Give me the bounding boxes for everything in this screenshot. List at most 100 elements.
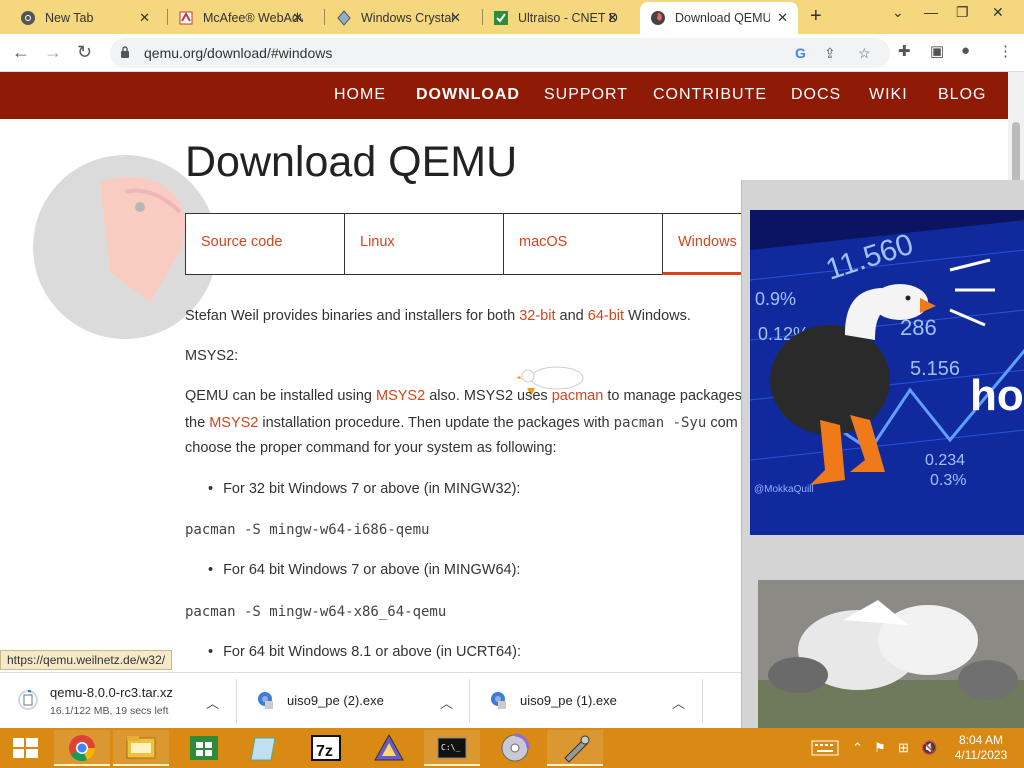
menu-icon[interactable]: ⋮ (998, 42, 1013, 60)
address-bar[interactable]: qemu.org/download/#windows G ⇪ ☆ (110, 38, 890, 68)
reload-icon[interactable]: ↻ (77, 42, 92, 63)
notepad-icon[interactable] (237, 730, 293, 766)
chrome-icon (20, 10, 36, 26)
code-pacman-syu: pacman -Syu (613, 415, 707, 431)
link-msys2[interactable]: MSYS2 (376, 388, 425, 404)
video-overlay[interactable]: 11.560 0.9% 0.12% 286 5.156 0.234 0.3% h… (741, 180, 1024, 728)
tab-download-qemu[interactable]: Download QEMU ✕ (640, 2, 798, 34)
lock-icon[interactable] (120, 46, 130, 58)
tab-linux[interactable]: Linux (344, 213, 504, 275)
page-title: Download QEMU (185, 138, 518, 186)
text: com (706, 415, 738, 431)
link-pacman[interactable]: pacman (552, 388, 604, 404)
extensions-icon[interactable]: ✚ (898, 42, 911, 60)
tool-icon[interactable] (547, 730, 603, 766)
tab-mcafee[interactable]: McAfee® WebAdvisor ✕ (168, 2, 313, 34)
restore-button[interactable]: ❐ (956, 4, 969, 21)
code-line: pacman -S mingw-w64-x86_64-qemu (185, 604, 447, 620)
tab-macos[interactable]: macOS (503, 213, 663, 275)
svg-text:7z: 7z (316, 743, 333, 760)
stock-number: 5.156 (910, 358, 960, 380)
taskbar-clock[interactable]: 8:04 AM 4/11/2023 (946, 733, 1016, 763)
link-64-bit[interactable]: 64-bit (588, 308, 624, 324)
nav-support[interactable]: SUPPORT (544, 86, 628, 104)
network-icon[interactable]: ⊞ (898, 740, 909, 756)
close-icon[interactable]: ✕ (139, 10, 150, 26)
close-window-button[interactable]: ✕ (992, 4, 1004, 21)
7zip-icon[interactable]: 7z (298, 730, 354, 766)
close-icon[interactable]: ✕ (777, 10, 788, 26)
profile-avatar-icon[interactable]: ● (961, 42, 970, 59)
forward-arrow-icon[interactable]: → (44, 42, 62, 63)
clock-time: 8:04 AM (958, 733, 1004, 747)
windows-start-icon[interactable] (2, 730, 48, 766)
msys-paragraph-line3: choose the proper command for your syste… (185, 440, 557, 456)
link-msys2-install[interactable]: MSYS2 (209, 415, 258, 431)
app-icon[interactable] (361, 730, 417, 766)
chevron-up-icon[interactable]: ︿ (440, 693, 453, 712)
tab-windows-crystal[interactable]: Windows Crystal ✕ (326, 2, 471, 34)
close-icon[interactable]: ✕ (607, 10, 618, 26)
tab-label: Windows Crystal (361, 11, 455, 25)
download-item-uiso-2[interactable]: uiso9_pe (2).exe ︿ (237, 673, 469, 729)
tab-label: New Tab (45, 11, 94, 25)
mcafee-icon (178, 10, 194, 26)
back-arrow-icon[interactable]: ← (12, 42, 30, 63)
tab-search-icon[interactable]: ⌄ (892, 4, 904, 21)
list-item: For 64 bit Windows 8.1 or above (in UCRT… (208, 644, 521, 660)
disc-icon[interactable] (487, 730, 543, 766)
tab-separator (324, 9, 325, 25)
chevron-up-icon[interactable]: ︿ (206, 693, 219, 712)
action-center-flag-icon[interactable]: ⚑ (874, 740, 886, 756)
msys-paragraph-line2: the MSYS2 installation procedure. Then u… (185, 415, 738, 431)
link-status-url: https://qemu.weilnetz.de/w32/ (0, 650, 173, 670)
share-icon[interactable]: ⇪ (824, 45, 836, 62)
intro-text: Stefan Weil provides binaries and instal… (185, 308, 520, 324)
nav-download[interactable]: DOWNLOAD (416, 86, 520, 104)
cmd-icon[interactable]: C:\_ (424, 730, 480, 766)
download-item-uiso-1[interactable]: uiso9_pe (1).exe ︿ (470, 673, 702, 729)
tab-source-code[interactable]: Source code (185, 213, 345, 275)
keyboard-icon[interactable] (811, 740, 839, 759)
taskbar: 7z C:\_ ⌃ ⚑ ⊞ 🔇 (0, 728, 1024, 768)
text: the (185, 415, 210, 431)
close-icon[interactable]: ✕ (450, 10, 461, 26)
stock-number: 0.234 (925, 452, 965, 469)
text: to manage packages. F (603, 388, 759, 404)
chrome-taskbar-icon[interactable] (54, 730, 110, 766)
minimize-button[interactable]: — (924, 4, 938, 20)
link-32-bit[interactable]: 32-bit (519, 308, 555, 324)
exe-file-icon (491, 692, 506, 709)
bookmark-star-icon[interactable]: ☆ (858, 45, 871, 62)
watermark: @MokkaQuill (754, 484, 814, 495)
overlay-caption: ho (970, 371, 1024, 420)
msys-paragraph-line1: QEMU can be installed using MSYS2 also. … (185, 388, 759, 404)
show-hidden-icons-icon[interactable]: ⌃ (852, 740, 863, 756)
side-panel-icon[interactable]: ▣ (930, 42, 944, 60)
tab-ultraiso[interactable]: Ultraiso - CNET Download ✕ (483, 2, 628, 34)
google-icon[interactable]: G (795, 45, 806, 61)
list-item: For 32 bit Windows 7 or above (in MINGW3… (208, 481, 520, 497)
nav-blog[interactable]: BLOG (938, 86, 986, 104)
nav-home[interactable]: HOME (334, 86, 386, 104)
download-filename: uiso9_pe (2).exe (287, 693, 384, 708)
msys-heading: MSYS2: (185, 348, 239, 364)
cnet-icon (493, 10, 509, 26)
intro-paragraph: Stefan Weil provides binaries and instal… (185, 308, 691, 324)
volume-muted-icon[interactable]: 🔇 (921, 740, 937, 756)
crystal-icon (336, 10, 352, 26)
tab-new-tab[interactable]: New Tab ✕ (10, 2, 160, 34)
text: also. MSYS2 uses (425, 388, 552, 404)
download-item-qemu[interactable]: qemu-8.0.0-rc3.tar.xz 16.1/122 MB, 19 se… (0, 673, 236, 729)
nav-docs[interactable]: DOCS (791, 86, 841, 104)
store-icon[interactable] (176, 730, 232, 766)
close-icon[interactable]: ✕ (292, 10, 303, 26)
chevron-up-icon[interactable]: ︿ (672, 693, 685, 712)
file-explorer-icon[interactable] (113, 730, 169, 766)
new-tab-button[interactable]: + (810, 5, 822, 28)
intro-text: and (555, 308, 588, 324)
nav-wiki[interactable]: WIKI (869, 86, 908, 104)
nav-contribute[interactable]: CONTRIBUTE (653, 86, 767, 104)
intro-text: Windows. (624, 308, 691, 324)
tab-label: Ultraiso - CNET Download (518, 11, 618, 25)
